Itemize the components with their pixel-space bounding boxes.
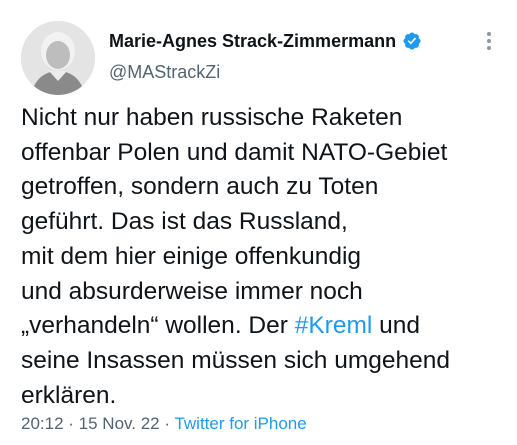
tweet-date[interactable]: 15 Nov. 22: [79, 414, 160, 433]
tweet-line: erklären.: [21, 381, 117, 409]
user-handle[interactable]: @MAStrackZi: [109, 62, 422, 83]
tweet-line: geführt. Das ist das Russland,: [21, 208, 348, 236]
tweet-card: Marie-Agnes Strack-Zimmermann @MAStrackZ…: [0, 0, 517, 445]
tweet-time[interactable]: 20:12: [21, 414, 64, 433]
tweet-line: Nicht nur haben russische Raketen: [21, 104, 403, 131]
tweet-line: mit dem hier einige offenkundig: [21, 242, 362, 270]
verified-badge-icon: [402, 31, 422, 51]
display-name[interactable]: Marie-Agnes Strack-Zimmermann: [109, 31, 396, 52]
tweet-line: und absurderweise immer noch: [21, 277, 363, 305]
hashtag-link[interactable]: #Kreml: [295, 312, 373, 339]
tweet-text-segment: und: [372, 312, 421, 340]
meta-separator: ·: [159, 414, 175, 433]
meta-separator: ·: [63, 414, 79, 433]
avatar-photo: [21, 21, 95, 95]
tweet-line: seine Insassen müssen sich umgehend: [21, 346, 451, 374]
author-info: Marie-Agnes Strack-Zimmermann @MAStrackZ…: [109, 29, 422, 83]
tweet-text-segment: „verhandeln“ wollen. Der: [21, 312, 295, 340]
tweet-line: offenbar Polen und damit NATO-Gebiet: [21, 138, 448, 166]
avatar[interactable]: [21, 21, 95, 95]
tweet-line-with-hashtag: „verhandeln“ wollen. Der #Kreml und: [21, 309, 511, 344]
more-options-icon[interactable]: [479, 29, 499, 55]
tweet-text: Nicht nur haben russische Raketen offenb…: [21, 101, 511, 413]
tweet-source-link[interactable]: Twitter for iPhone: [174, 414, 306, 433]
tweet-line: getroffen, sondern auch zu Toten: [21, 173, 379, 201]
tweet-metadata: 20:12 · 15 Nov. 22 · Twitter for iPhone: [21, 414, 307, 434]
name-row: Marie-Agnes Strack-Zimmermann: [109, 29, 422, 53]
